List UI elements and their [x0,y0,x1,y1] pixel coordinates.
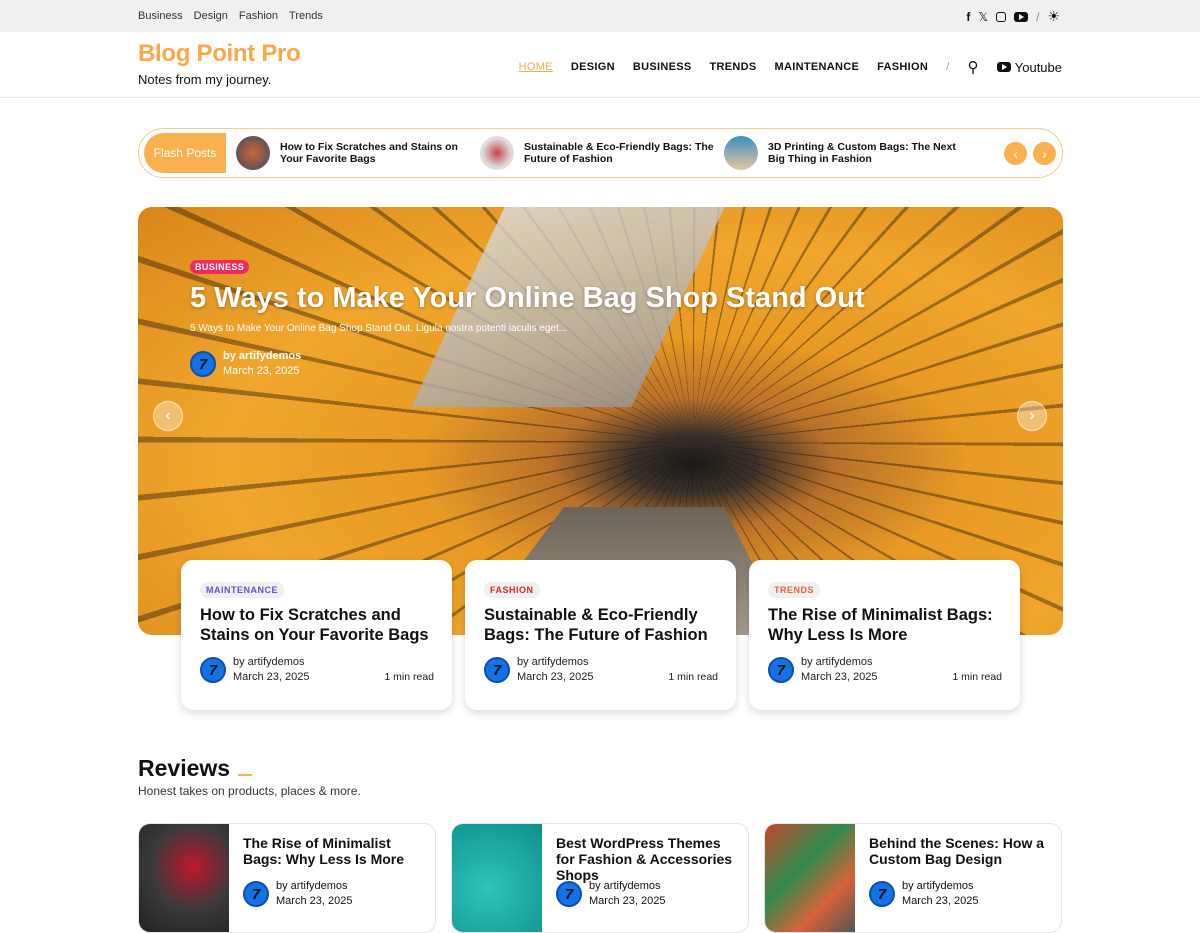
main-nav: HOME DESIGN BUSINESS TRENDS MAINTENANCE … [519,58,1062,76]
review-title[interactable]: Behind the Scenes: How a Custom Bag Desi… [869,835,1054,867]
post-title[interactable]: Sustainable & Eco-Friendly Bags: The Fut… [484,605,717,645]
nav-trends[interactable]: TRENDS [709,61,756,73]
avatar: 7 [768,657,794,683]
avatar: 7 [556,881,582,907]
category-tag[interactable]: FASHION [484,582,540,598]
review-title[interactable]: Best WordPress Themes for Fashion & Acce… [556,835,741,883]
site-logo[interactable]: Blog Point Pro [138,40,301,68]
post-card[interactable]: MAINTENANCE How to Fix Scratches and Sta… [181,560,452,710]
site-header: Blog Point Pro Notes from my journey. HO… [0,32,1200,98]
flash-item[interactable]: 3D Printing & Custom Bags: The Next Big … [724,136,964,170]
avatar: 7 [869,881,895,907]
hero-excerpt: 5 Ways to Make Your Online Bag Shop Stan… [190,323,568,334]
youtube-label: Youtube [1014,59,1062,75]
theme-toggle-sun-icon[interactable]: ☀ [1047,8,1060,25]
post-title[interactable]: How to Fix Scratches and Stains on Your … [200,605,433,645]
flash-posts-ticker: Flash Posts How to Fix Scratches and Sta… [138,128,1063,178]
post-date: March 23, 2025 [223,365,300,377]
hero-author: 7 by artifydemos March 23, 2025 [190,349,301,379]
review-card[interactable]: Behind the Scenes: How a Custom Bag Desi… [764,823,1062,933]
post-date: March 23, 2025 [276,895,353,907]
author-name[interactable]: by artifydemos [801,656,873,668]
read-time: 1 min read [384,671,434,683]
post-card[interactable]: TRENDS The Rise of Minimalist Bags: Why … [749,560,1020,710]
review-title[interactable]: The Rise of Minimalist Bags: Why Less Is… [243,835,428,867]
divider: / [1036,9,1040,24]
post-title[interactable]: The Rise of Minimalist Bags: Why Less Is… [768,605,1001,645]
nav-business[interactable]: BUSINESS [633,61,692,73]
post-date: March 23, 2025 [233,671,310,683]
review-thumb [452,824,542,932]
hero-title[interactable]: 5 Ways to Make Your Online Bag Shop Stan… [190,282,865,315]
flash-prev-button[interactable]: ‹ [1004,142,1027,165]
nav-fashion[interactable]: FASHION [877,61,928,73]
author-name[interactable]: by artifydemos [276,880,348,892]
post-date: March 23, 2025 [902,895,979,907]
flash-item[interactable]: Sustainable & Eco-Friendly Bags: The Fut… [480,136,720,170]
avatar: 7 [243,881,269,907]
youtube-icon[interactable] [1014,11,1029,22]
flash-thumb [236,136,270,170]
section-title-text: Reviews [138,755,231,781]
author-name[interactable]: by artifydemos [233,656,305,668]
hero-category-badge[interactable]: BUSINESS [190,260,250,274]
title-underline [238,774,253,776]
youtube-icon [996,62,1011,72]
review-thumb [765,824,855,932]
flash-thumb [480,136,514,170]
flash-item-title: How to Fix Scratches and Stains on Your … [280,141,458,165]
top-link-trends[interactable]: Trends [289,10,323,22]
flash-item-title: Sustainable & Eco-Friendly Bags: The Fut… [524,141,714,165]
youtube-link[interactable]: Youtube [996,59,1062,75]
author-name[interactable]: by artifydemos [902,880,974,892]
hero-next-button[interactable]: › [1017,401,1047,431]
review-card[interactable]: The Rise of Minimalist Bags: Why Less Is… [138,823,436,933]
avatar: 7 [190,351,216,377]
x-icon[interactable]: 𝕏 [978,10,988,24]
hero-prev-button[interactable]: ‹ [153,401,183,431]
read-time: 1 min read [952,671,1002,683]
flash-item[interactable]: How to Fix Scratches and Stains on Your … [236,136,476,170]
flash-thumb [724,136,758,170]
flash-next-button[interactable]: › [1033,142,1056,165]
post-card[interactable]: FASHION Sustainable & Eco-Friendly Bags:… [465,560,736,710]
post-date: March 23, 2025 [589,895,666,907]
section-subtitle: Honest takes on products, places & more. [138,784,361,798]
review-card[interactable]: Best WordPress Themes for Fashion & Acce… [451,823,749,933]
avatar: 7 [200,657,226,683]
nav-home[interactable]: HOME [519,61,553,73]
top-bar: Business Design Fashion Trends f 𝕏 / ☀ [0,0,1200,32]
post-date: March 23, 2025 [517,671,594,683]
read-time: 1 min read [668,671,718,683]
search-icon[interactable]: ⚲ [967,58,978,76]
post-date: March 23, 2025 [801,671,878,683]
top-link-fashion[interactable]: Fashion [239,10,278,22]
instagram-icon[interactable] [996,11,1007,22]
nav-design[interactable]: DESIGN [571,61,615,73]
facebook-icon[interactable]: f [966,10,970,24]
section-title: Reviews [138,752,253,782]
review-thumb [139,824,229,932]
site-tagline: Notes from my journey. [138,72,272,87]
divider: / [946,61,950,73]
author-name[interactable]: by artifydemos [517,656,589,668]
author-name[interactable]: by artifydemos [589,880,661,892]
nav-maintenance[interactable]: MAINTENANCE [775,61,860,73]
top-link-design[interactable]: Design [194,10,228,22]
avatar: 7 [484,657,510,683]
flash-posts-label: Flash Posts [144,133,226,173]
category-tag[interactable]: TRENDS [768,582,821,598]
flash-item-title: 3D Printing & Custom Bags: The Next Big … [768,141,956,165]
top-link-business[interactable]: Business [138,10,183,22]
author-name[interactable]: by artifydemos [223,350,301,362]
category-tag[interactable]: MAINTENANCE [200,582,284,598]
